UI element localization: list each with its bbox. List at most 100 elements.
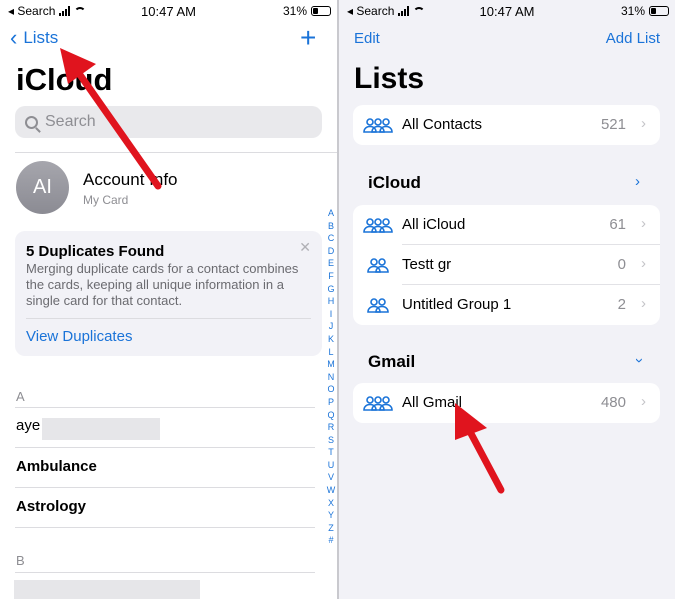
index-letter[interactable]: B bbox=[328, 220, 334, 233]
search-placeholder: Search bbox=[45, 113, 96, 130]
back-label: Lists bbox=[23, 28, 59, 47]
index-letter[interactable]: Y bbox=[328, 509, 334, 522]
status-battery: 31% bbox=[283, 4, 331, 18]
all-contacts-group: All Contacts 521 › bbox=[353, 105, 660, 145]
list-row-all-contacts[interactable]: All Contacts 521 › bbox=[353, 105, 660, 145]
index-letter[interactable]: Z bbox=[328, 522, 334, 535]
status-bar: ◂ Search 10:47 AM 31% bbox=[339, 0, 675, 22]
chevron-right-icon[interactable]: › bbox=[635, 173, 640, 190]
list-row-all-icloud[interactable]: All iCloud 61 › bbox=[353, 205, 660, 245]
my-card-name[interactable]: Account Info bbox=[83, 170, 178, 190]
list-count: 521 bbox=[600, 116, 626, 133]
add-list-button[interactable]: Add List bbox=[606, 30, 660, 47]
view-duplicates-button[interactable]: View Duplicates bbox=[26, 328, 132, 345]
index-letter[interactable]: D bbox=[328, 245, 335, 258]
divider bbox=[15, 572, 315, 573]
search-input[interactable]: Search bbox=[15, 106, 322, 138]
contact-row[interactable]: aye bbox=[16, 417, 40, 434]
chevron-down-icon[interactable]: › bbox=[631, 358, 648, 363]
back-to-lists-button[interactable]: ‹ Lists bbox=[10, 25, 59, 50]
list-count: 480 bbox=[600, 394, 626, 411]
index-letter[interactable]: O bbox=[327, 383, 334, 396]
index-letter[interactable]: M bbox=[327, 358, 335, 371]
index-letter[interactable]: N bbox=[328, 371, 335, 384]
edit-button[interactable]: Edit bbox=[354, 30, 380, 47]
icloud-group: All iCloud 61 › Testt gr 0 › Untitled Gr… bbox=[353, 205, 660, 325]
add-contact-button[interactable]: + bbox=[300, 24, 316, 52]
close-icon[interactable]: ✕ bbox=[299, 239, 311, 256]
list-count: 2 bbox=[617, 296, 626, 313]
list-row-testt-gr[interactable]: Testt gr 0 › bbox=[353, 245, 660, 285]
list-row-untitled-group-1[interactable]: Untitled Group 1 2 › bbox=[353, 285, 660, 325]
contacts-list-screen: ◂ Search 10:47 AM 31% ‹ Lists + iCloud S… bbox=[0, 0, 337, 599]
chevron-right-icon: › bbox=[641, 115, 646, 132]
section-title-gmail[interactable]: Gmail bbox=[368, 352, 415, 372]
index-letter[interactable]: P bbox=[328, 396, 334, 409]
index-letter[interactable]: X bbox=[328, 497, 334, 510]
index-letter[interactable]: S bbox=[328, 434, 334, 447]
group-icon bbox=[363, 116, 393, 139]
index-letter[interactable]: F bbox=[328, 270, 334, 283]
group-icon bbox=[363, 216, 393, 239]
list-label: All Contacts bbox=[402, 116, 483, 133]
redacted-name bbox=[14, 580, 200, 599]
index-letter[interactable]: I bbox=[330, 308, 333, 321]
search-icon bbox=[25, 115, 38, 129]
index-letter[interactable]: T bbox=[328, 446, 334, 459]
chevron-right-icon: › bbox=[641, 215, 646, 232]
avatar[interactable]: AI bbox=[16, 161, 69, 214]
list-label: Testt gr bbox=[402, 256, 452, 273]
alphabet-index[interactable]: A B C D E F G H I J K L M N O P Q R S T U V W X Y Z # bbox=[325, 207, 337, 547]
contact-row[interactable]: Ambulance bbox=[16, 458, 97, 475]
index-letter[interactable]: # bbox=[328, 534, 333, 547]
section-header-a: A bbox=[16, 389, 25, 404]
index-letter[interactable]: A bbox=[328, 207, 334, 220]
divider bbox=[26, 318, 311, 319]
index-letter[interactable]: U bbox=[328, 459, 335, 472]
group-icon bbox=[367, 256, 389, 279]
chevron-right-icon: › bbox=[641, 393, 646, 410]
battery-icon bbox=[649, 6, 669, 16]
list-label: Untitled Group 1 bbox=[402, 296, 512, 313]
divider bbox=[15, 152, 337, 153]
index-letter[interactable]: J bbox=[329, 320, 334, 333]
chevron-right-icon: › bbox=[641, 255, 646, 272]
page-title: iCloud bbox=[16, 62, 113, 97]
index-letter[interactable]: H bbox=[328, 295, 335, 308]
status-bar: ◂ Search 10:47 AM 31% bbox=[0, 0, 337, 22]
divider bbox=[15, 487, 315, 488]
gmail-group: All Gmail 480 › bbox=[353, 383, 660, 423]
index-letter[interactable]: K bbox=[328, 333, 334, 346]
index-letter[interactable]: E bbox=[328, 257, 334, 270]
section-title-icloud[interactable]: iCloud bbox=[368, 173, 421, 193]
list-label: All Gmail bbox=[402, 394, 463, 411]
group-icon bbox=[363, 394, 393, 417]
divider bbox=[15, 447, 315, 448]
duplicates-card: 5 Duplicates Found ✕ Merging duplicate c… bbox=[15, 231, 322, 356]
index-letter[interactable]: V bbox=[328, 471, 334, 484]
section-header-b: B bbox=[16, 553, 25, 568]
lists-screen: ◂ Search 10:47 AM 31% Edit Add List List… bbox=[339, 0, 675, 599]
index-letter[interactable]: C bbox=[328, 232, 335, 245]
index-letter[interactable]: G bbox=[327, 283, 334, 296]
redacted-name bbox=[42, 418, 160, 440]
group-icon bbox=[367, 296, 389, 319]
index-letter[interactable]: L bbox=[328, 346, 333, 359]
list-label: All iCloud bbox=[402, 216, 466, 233]
battery-icon bbox=[311, 6, 331, 16]
divider bbox=[15, 407, 315, 408]
list-count: 0 bbox=[617, 256, 626, 273]
chevron-left-icon: ‹ bbox=[10, 25, 18, 50]
index-letter[interactable]: Q bbox=[327, 409, 334, 422]
list-count: 61 bbox=[609, 216, 626, 233]
duplicates-description: Merging duplicate cards for a contact co… bbox=[26, 261, 299, 308]
status-battery: 31% bbox=[621, 4, 669, 18]
index-letter[interactable]: R bbox=[328, 421, 335, 434]
duplicates-title: 5 Duplicates Found bbox=[26, 243, 165, 260]
index-letter[interactable]: W bbox=[327, 484, 336, 497]
page-title: Lists bbox=[354, 62, 425, 95]
contact-row[interactable]: Astrology bbox=[16, 498, 86, 515]
chevron-right-icon: › bbox=[641, 295, 646, 312]
list-row-all-gmail[interactable]: All Gmail 480 › bbox=[353, 383, 660, 423]
divider bbox=[15, 527, 315, 528]
